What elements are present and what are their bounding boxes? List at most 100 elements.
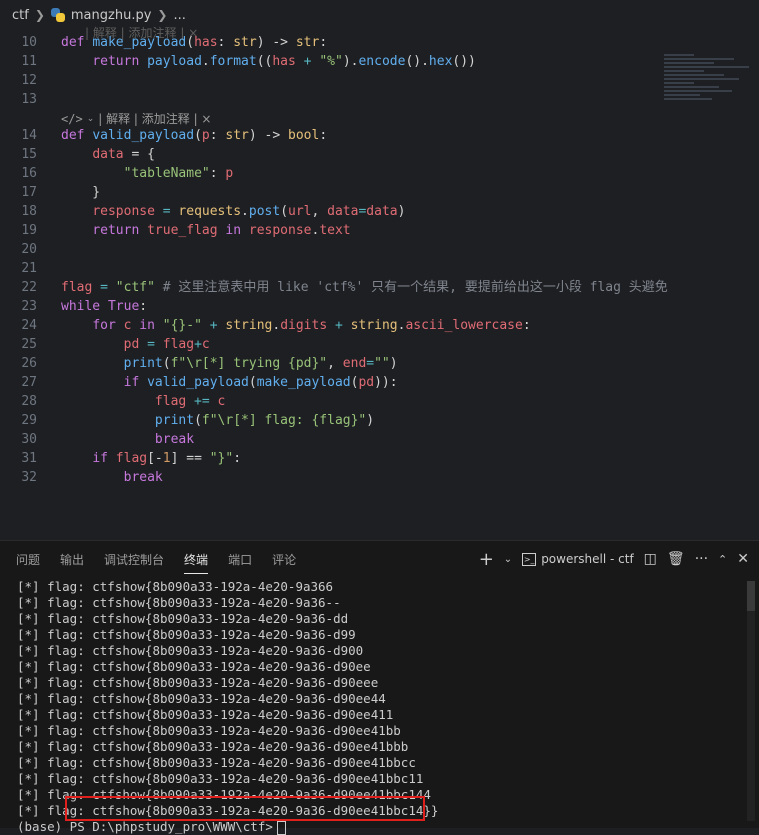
- highlight-box: [65, 796, 425, 821]
- code-token: p: [225, 166, 234, 181]
- bottom-panel: 问题 输出 调试控制台 终端 端口 评论 + ⌄ >_ powershell -…: [0, 540, 759, 835]
- terminal-scrollbar[interactable]: [747, 581, 755, 821]
- terminal-line: [*] flag: ctfshow{8b090a33-192a-4e20-9a3…: [17, 771, 424, 786]
- tab-ports[interactable]: 端口: [228, 543, 252, 576]
- code-token: ] ==: [170, 451, 210, 466]
- breadcrumb-folder[interactable]: ctf: [12, 8, 29, 23]
- code-token: (: [248, 375, 257, 390]
- code-line-30: break: [61, 430, 194, 449]
- close-icon[interactable]: ✕: [737, 551, 749, 567]
- code-token: url: [288, 204, 312, 219]
- line-number: 16: [21, 166, 37, 181]
- code-line-29: print(f"\r[*] flag: {flag}"): [61, 411, 374, 430]
- terminal-scrollbar-thumb[interactable]: [747, 581, 755, 611]
- tab-problems[interactable]: 问题: [16, 543, 40, 576]
- codelens-actions[interactable]: | 解释 | 添加注释 | ×: [98, 110, 211, 127]
- code-token: ((: [256, 54, 273, 69]
- code-token: print: [154, 413, 195, 428]
- code-line-15: data = {: [61, 145, 155, 164]
- breadcrumb-file[interactable]: mangzhu.py: [71, 8, 152, 23]
- powershell-icon: >_: [522, 552, 537, 566]
- line-number: 31: [21, 451, 37, 466]
- line-number: 25: [21, 337, 37, 352]
- code-token: flag: [162, 337, 195, 352]
- code-line-31: if flag[-1] == "}":: [61, 449, 241, 468]
- code-token: )):: [374, 375, 398, 390]
- code-line-28: flag += c: [61, 392, 225, 411]
- code-token: 1: [162, 451, 171, 466]
- line-number: 24: [21, 318, 37, 333]
- code-token: for: [92, 318, 116, 333]
- terminal-selector[interactable]: >_ powershell - ctf: [522, 552, 634, 566]
- code-editor[interactable]: | 解释 | 添加注释 | × 10 def make_payload(has: …: [0, 26, 759, 540]
- tab-debug-console[interactable]: 调试控制台: [104, 543, 164, 576]
- code-token: +: [201, 318, 226, 333]
- code-token: in: [225, 223, 242, 238]
- codelens-bar[interactable]: </> ⌄ | 解释 | 添加注释 | ×: [61, 110, 212, 127]
- chevron-up-icon[interactable]: ⌃: [718, 553, 727, 566]
- code-token: :: [522, 318, 531, 333]
- code-token: requests: [178, 204, 242, 219]
- more-actions-icon[interactable]: ···: [695, 551, 708, 567]
- code-token: flag: [61, 280, 93, 295]
- code-line-23: while True:: [61, 297, 147, 316]
- code-token: while: [61, 299, 101, 314]
- code-token: }: [61, 185, 101, 200]
- terminal-line: [*] flag: ctfshow{8b090a33-192a-4e20-9a3…: [17, 739, 409, 754]
- code-token: in: [139, 318, 155, 333]
- code-token: encode: [358, 54, 406, 69]
- terminal-line: [*] flag: ctfshow{8b090a33-192a-4e20-9a3…: [17, 723, 401, 738]
- code-token: ) ->: [248, 128, 288, 143]
- code-token: +=: [186, 394, 218, 409]
- code-token: hex: [428, 54, 453, 69]
- tab-comments[interactable]: 评论: [272, 543, 296, 576]
- code-token: (: [194, 128, 202, 143]
- line-number: 17: [21, 185, 37, 200]
- line-number: 29: [21, 413, 37, 428]
- code-token: c: [201, 337, 210, 352]
- minimap[interactable]: [664, 52, 754, 132]
- code-token: ascii_lowercase: [405, 318, 523, 333]
- line-number: 19: [21, 223, 37, 238]
- terminal-line: [*] flag: ctfshow{8b090a33-192a-4e20-9a3…: [17, 627, 356, 642]
- chevron-down-icon[interactable]: ⌄: [504, 554, 512, 565]
- line-number: 11: [21, 54, 37, 69]
- panel-actions: + ⌄ >_ powershell - ctf ◫ 🗑 ··· ⌃ ✕: [479, 541, 749, 577]
- code-line-16: "tableName": p: [61, 164, 234, 183]
- code-token: ,: [311, 204, 328, 219]
- tab-terminal[interactable]: 终端: [184, 543, 209, 576]
- code-line-32: break: [61, 468, 163, 487]
- terminal-line: [*] flag: ctfshow{8b090a33-192a-4e20-9a3…: [17, 611, 349, 626]
- line-number: 10: [21, 35, 37, 50]
- breadcrumb-more[interactable]: ...: [173, 8, 185, 23]
- trash-icon[interactable]: 🗑: [667, 551, 685, 567]
- code-line-22: flag = "ctf" # 这里注意表中用 like 'ctf%' 只有一个结…: [61, 278, 668, 297]
- code-lens-icon: </>: [61, 111, 83, 126]
- code-token: return: [92, 54, 140, 69]
- code-token: "tableName": [123, 166, 210, 181]
- split-terminal-icon[interactable]: ◫: [644, 551, 657, 567]
- code-token: "%": [319, 54, 343, 69]
- code-token: ): [366, 413, 375, 428]
- code-token: ()): [452, 54, 476, 69]
- line-number: 30: [21, 432, 37, 447]
- terminal-line: [*] flag: ctfshow{8b090a33-192a-4e20-9a3…: [17, 755, 416, 770]
- line-number: 18: [21, 204, 37, 219]
- code-token: digits: [280, 318, 328, 333]
- code-token: ): [389, 356, 398, 371]
- code-token: def: [61, 35, 85, 50]
- code-token: has: [272, 54, 296, 69]
- chevron-right-icon: ❯: [34, 8, 45, 22]
- line-number: 12: [21, 73, 37, 88]
- code-token: .: [241, 204, 249, 219]
- new-terminal-plus-icon[interactable]: +: [479, 549, 494, 570]
- code-token: ().: [405, 54, 429, 69]
- tab-output[interactable]: 输出: [60, 543, 84, 576]
